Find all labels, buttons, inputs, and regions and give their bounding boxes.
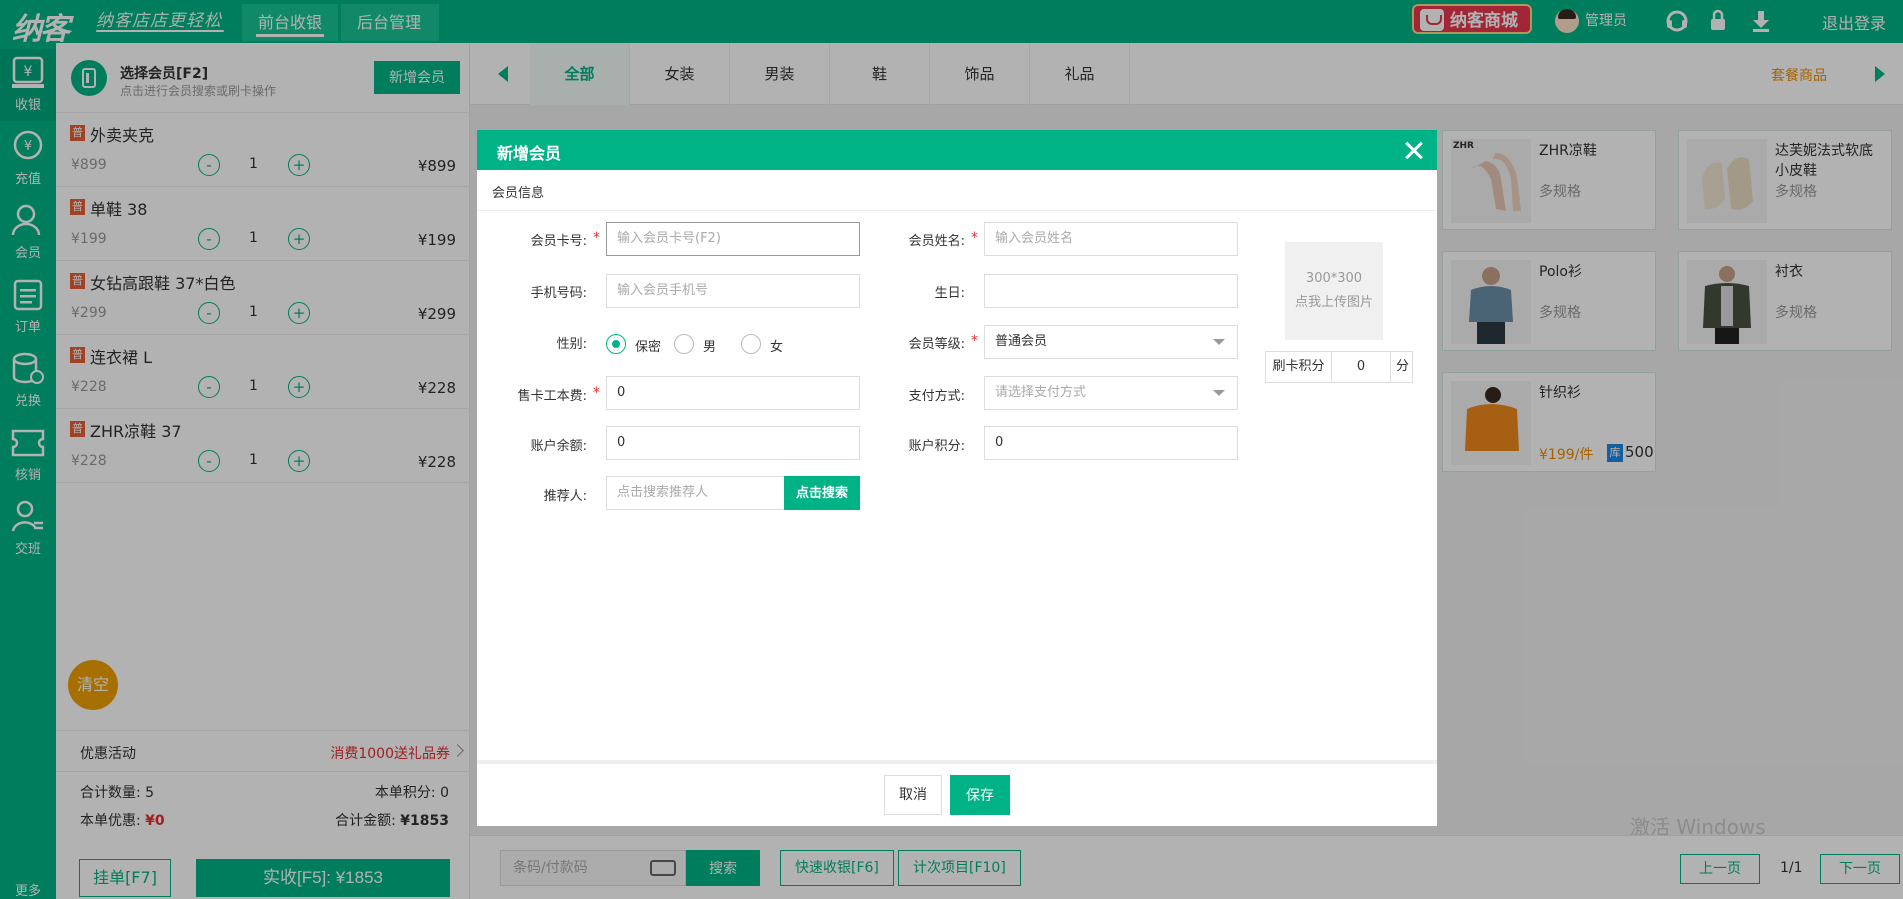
swipe-points-input[interactable]: 0 [1332, 352, 1390, 382]
divider [477, 210, 1437, 211]
member-level-value: 普通会员 [995, 334, 1048, 349]
payment-method-label: 支付方式: [908, 389, 965, 404]
balance-input[interactable]: 0 [606, 426, 860, 460]
member-level-select[interactable]: 普通会员 [984, 325, 1238, 359]
gender-radio-secret[interactable] [606, 334, 626, 354]
payment-method-select[interactable]: 请选择支付方式 [984, 376, 1238, 410]
gender-option-label: 男 [703, 340, 717, 355]
save-button[interactable]: 保存 [950, 775, 1010, 815]
referrer-search-button[interactable]: 点击搜索 [784, 476, 860, 510]
dialog-title: 新增会员 [497, 144, 562, 163]
gender-radio-female[interactable] [741, 334, 761, 354]
balance-label: 账户余额: [530, 439, 587, 454]
gender-label: 性别: [556, 337, 587, 352]
payment-method-placeholder: 请选择支付方式 [995, 385, 1087, 400]
cancel-button[interactable]: 取消 [884, 775, 942, 815]
upload-hint: 点我上传图片 [1294, 295, 1373, 310]
member-name-input[interactable]: 输入会员姓名 [984, 222, 1238, 256]
member-name-label: 会员姓名: [908, 234, 965, 249]
swipe-points-unit: 分 [1390, 352, 1414, 382]
phone-input[interactable]: 输入会员手机号 [606, 274, 860, 308]
gender-radio-male[interactable] [674, 334, 694, 354]
required-mark: * [971, 230, 978, 246]
gender-option-label: 女 [770, 340, 784, 355]
birthday-label: 生日: [934, 286, 965, 301]
required-mark: * [971, 333, 978, 349]
referrer-label: 推荐人: [543, 489, 587, 504]
required-mark: * [593, 230, 600, 246]
card-no-label: 会员卡号: [530, 234, 587, 249]
divider [477, 760, 1437, 764]
upload-size: 300*300 [1305, 271, 1363, 286]
photo-upload[interactable]: 300*300 点我上传图片 [1285, 242, 1383, 340]
dialog-header: 新增会员 [477, 130, 1437, 170]
account-points-input[interactable]: 0 [984, 426, 1238, 460]
card-fee-label: 售卡工本费: [517, 389, 587, 404]
card-no-input[interactable]: 输入会员卡号(F2) [606, 222, 860, 256]
account-points-label: 账户积分: [908, 439, 965, 454]
referrer-input[interactable]: 点击搜索推荐人 [606, 476, 786, 510]
birthday-input[interactable] [984, 274, 1238, 308]
gender-option-label: 保密 [635, 340, 662, 355]
phone-label: 手机号码: [530, 286, 587, 301]
new-member-dialog: 新增会员 会员信息 会员卡号: * 输入会员卡号(F2) 会员姓名: * 输入会… [477, 130, 1437, 826]
swipe-points-label: 刷卡积分 [1266, 352, 1332, 382]
card-fee-input[interactable]: 0 [606, 376, 860, 410]
swipe-points-field: 刷卡积分 0 分 [1265, 351, 1413, 383]
close-icon[interactable] [1399, 135, 1429, 165]
required-mark: * [593, 385, 600, 401]
member-level-label: 会员等级: [908, 337, 965, 352]
section-title: 会员信息 [492, 186, 545, 201]
